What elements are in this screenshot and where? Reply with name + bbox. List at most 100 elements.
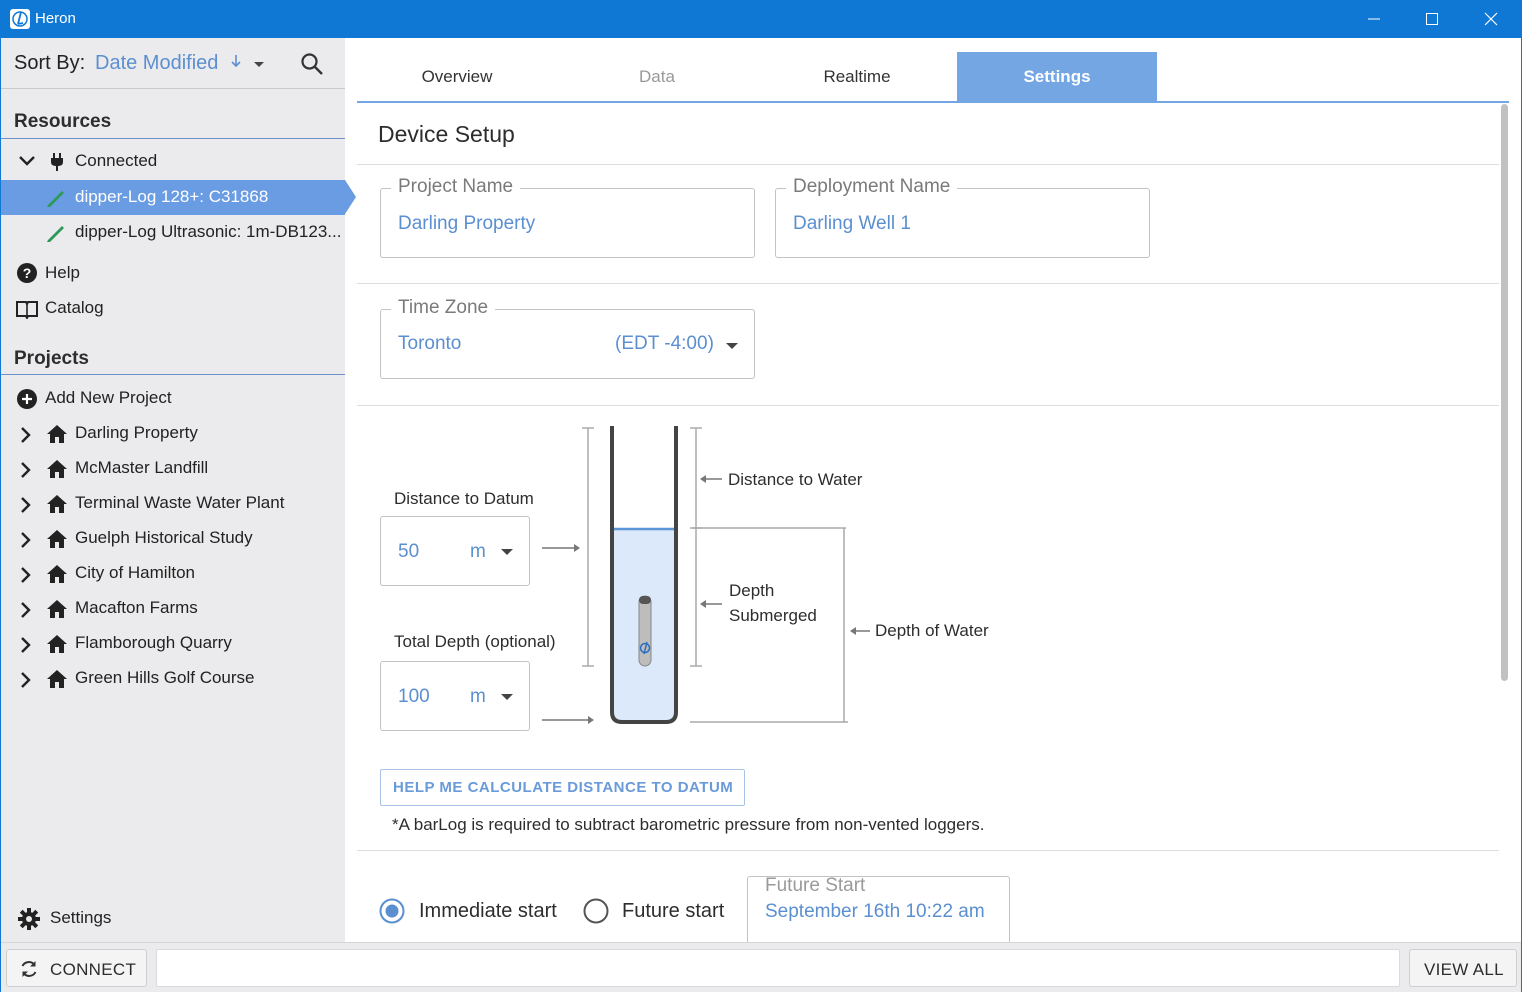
arrow-icon <box>542 544 594 724</box>
project-item[interactable]: Guelph Historical Study <box>1 521 345 556</box>
distance-unit-select[interactable]: m <box>470 541 486 563</box>
depth-of-water-label: Depth of Water <box>875 621 989 640</box>
project-item[interactable]: Green Hills Golf Course <box>1 661 345 696</box>
pencil-icon <box>47 191 64 207</box>
home-icon <box>47 425 67 443</box>
maximize-icon <box>1426 13 1438 25</box>
total-depth-input[interactable]: 100 <box>398 686 430 708</box>
help-icon: ? <box>17 263 37 283</box>
deployment-name-field[interactable]: Deployment Name Darling Well 1 <box>775 176 1150 258</box>
tab-overview[interactable]: Overview <box>357 52 557 102</box>
chevron-right-icon[interactable] <box>19 426 33 444</box>
search-icon[interactable] <box>300 52 324 76</box>
chevron-right-icon[interactable] <box>19 496 33 514</box>
tree-item-label: dipper-Log 128+: C31868 <box>75 187 269 206</box>
title-bar: Heron <box>0 0 1522 38</box>
tree-item-connected[interactable]: Connected <box>1 144 345 179</box>
heron-app-icon <box>10 9 30 29</box>
tree-item-device-c31868[interactable]: dipper-Log 128+: C31868 <box>1 180 345 215</box>
minimize-button[interactable] <box>1345 0 1403 38</box>
project-item[interactable]: Terminal Waste Water Plant <box>1 486 345 521</box>
total-depth-field[interactable]: 100 m <box>380 661 530 731</box>
divider <box>357 164 1499 165</box>
deployment-name-input[interactable]: Darling Well 1 <box>793 213 911 235</box>
add-project-button[interactable]: Add New Project <box>1 381 345 416</box>
chevron-right-icon[interactable] <box>19 636 33 654</box>
divider <box>1 88 345 89</box>
home-icon <box>47 600 67 618</box>
project-label: Macafton Farms <box>75 598 198 617</box>
chevron-right-icon[interactable] <box>19 531 33 549</box>
tab-realtime[interactable]: Realtime <box>757 52 957 102</box>
sidebar-item-settings[interactable]: Settings <box>1 901 345 936</box>
depth-unit-select[interactable]: m <box>470 686 486 708</box>
home-icon <box>47 635 67 653</box>
add-circle-icon <box>17 389 37 409</box>
connect-button[interactable]: CONNECT <box>6 949 147 987</box>
sidebar-item-help[interactable]: ? Help <box>1 256 345 291</box>
maximize-button[interactable] <box>1403 0 1461 38</box>
refresh-icon <box>21 961 37 977</box>
project-item[interactable]: Macafton Farms <box>1 591 345 626</box>
home-icon <box>47 460 67 478</box>
future-start-label[interactable]: Future start <box>622 900 724 923</box>
immediate-start-label[interactable]: Immediate start <box>419 900 557 923</box>
sort-dropdown[interactable]: Date Modified <box>95 52 218 75</box>
chevron-down-icon[interactable] <box>18 154 36 168</box>
distance-to-datum-field[interactable]: 50 m <box>380 516 530 586</box>
chevron-down-icon[interactable] <box>500 547 514 557</box>
close-icon <box>1484 12 1498 26</box>
tree-item-device-ultrasonic[interactable]: dipper-Log Ultrasonic: 1m-DB123... <box>1 215 345 250</box>
barlog-note: *A barLog is required to subtract barome… <box>392 815 985 834</box>
field-legend: Deployment Name <box>786 176 958 198</box>
future-start-radio[interactable] <box>583 898 609 924</box>
chevron-down-icon[interactable] <box>252 60 266 70</box>
time-zone-select[interactable]: Time Zone Toronto (EDT -4:00) <box>380 297 755 379</box>
help-calculate-datum-button[interactable]: HELP ME CALCULATE DISTANCE TO DATUM <box>380 769 745 806</box>
field-legend: Project Name <box>391 176 521 198</box>
button-label: HELP ME CALCULATE DISTANCE TO DATUM <box>393 779 734 796</box>
scrollbar-thumb[interactable] <box>1501 104 1508 681</box>
divider <box>357 405 1499 406</box>
minimize-icon <box>1368 18 1380 20</box>
gear-icon <box>18 908 40 930</box>
depth-submerged-label: Submerged <box>729 606 817 625</box>
project-item[interactable]: City of Hamilton <box>1 556 345 591</box>
future-start-input[interactable]: September 16th 10:22 am <box>765 901 995 923</box>
divider <box>357 283 1499 284</box>
project-name-field[interactable]: Project Name Darling Property <box>380 176 755 258</box>
sidebar-item-label: Settings <box>50 908 112 927</box>
sidebar-item-label: Help <box>45 263 80 282</box>
tab-settings[interactable]: Settings <box>957 52 1157 102</box>
close-button[interactable] <box>1462 0 1520 38</box>
immediate-start-radio[interactable] <box>379 898 405 924</box>
project-item[interactable]: McMaster Landfill <box>1 451 345 486</box>
time-zone-offset: (EDT -4:00) <box>615 333 714 354</box>
tab-underline <box>357 101 1509 103</box>
project-name-input[interactable]: Darling Property <box>398 213 535 235</box>
project-item[interactable]: Flamborough Quarry <box>1 626 345 661</box>
project-item[interactable]: Darling Property <box>1 416 345 451</box>
tab-data[interactable]: Data <box>557 52 757 102</box>
divider <box>1 138 345 139</box>
distance-to-datum-label: Distance to Datum <box>394 489 534 508</box>
chevron-down-icon[interactable] <box>500 692 514 702</box>
view-all-button[interactable]: VIEW ALL <box>1409 949 1517 987</box>
distance-to-datum-input[interactable]: 50 <box>398 541 419 563</box>
page-title: Device Setup <box>378 121 515 147</box>
project-label: Terminal Waste Water Plant <box>75 493 285 512</box>
view-all-label: VIEW ALL <box>1424 960 1504 979</box>
chevron-right-icon[interactable] <box>19 671 33 689</box>
window-title: Heron <box>35 10 76 27</box>
chevron-right-icon[interactable] <box>19 566 33 584</box>
selection-indicator <box>345 180 356 214</box>
chevron-right-icon[interactable] <box>19 601 33 619</box>
sort-descending-icon[interactable] <box>229 52 243 72</box>
chevron-right-icon[interactable] <box>19 461 33 479</box>
sidebar-item-catalog[interactable]: Catalog <box>1 291 345 326</box>
project-label: Flamborough Quarry <box>75 633 232 652</box>
distance-to-water-label: Distance to Water <box>728 470 863 489</box>
depth-submerged-label: Depth <box>729 581 775 600</box>
resources-heading: Resources <box>14 111 112 132</box>
add-project-label: Add New Project <box>45 388 172 407</box>
